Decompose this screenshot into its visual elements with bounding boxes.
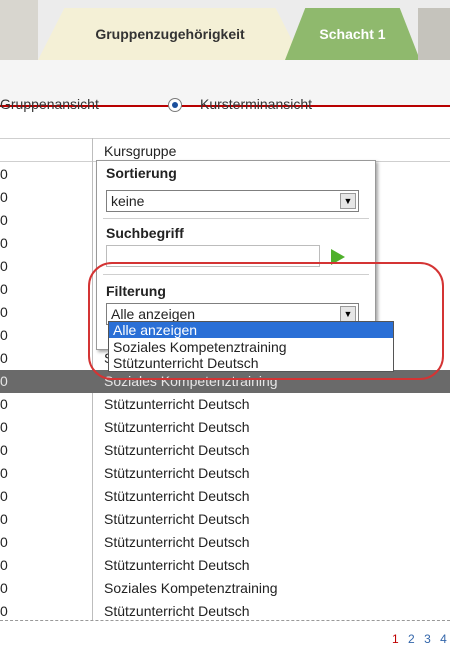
sort-select[interactable]: keine ▼ [106,190,359,212]
tab-left-edge [0,0,38,60]
search-label: Suchbegriff [106,225,184,241]
row-kursgruppe-cell: Stützunterricht Deutsch [104,603,250,619]
column-header-kursgruppe[interactable]: Kursgruppe [104,143,176,159]
tab-label: Schacht 1 [319,26,386,42]
tab-gruppenzugehoerigkeit[interactable]: Gruppenzugehörigkeit [38,8,302,60]
row-id-cell: 0 [0,258,8,274]
row-id-cell: 0 [0,212,8,228]
sort-label: Sortierung [106,165,177,181]
row-id-cell: 0 [0,557,8,573]
page-link[interactable]: 3 [424,632,434,646]
row-id-cell: 0 [0,465,8,481]
row-id-cell: 0 [0,281,8,297]
row-kursgruppe-cell: Stützunterricht Deutsch [104,557,250,573]
row-id-cell: 0 [0,511,8,527]
table-row[interactable]: 0 Stützunterricht Deutsch [0,508,450,531]
row-id-cell: 0 [0,350,8,366]
row-id-cell: 0 [0,442,8,458]
chevron-down-icon[interactable]: ▼ [340,193,356,209]
row-kursgruppe-cell: Stützunterricht Deutsch [104,488,250,504]
tab-label: Gruppenzugehörigkeit [95,26,245,42]
row-kursgruppe-cell: Stützunterricht Deutsch [104,396,250,412]
table-row[interactable]: 0 Stützunterricht Deutsch [0,439,450,462]
row-id-cell: 0 [0,534,8,550]
pagination: 1 2 3 4 [392,632,450,646]
table-row[interactable]: 0 Stützunterricht Deutsch [0,416,450,439]
view-option-gruppenansicht[interactable]: Gruppenansicht [0,96,99,112]
tab-schacht-1[interactable]: Schacht 1 [285,8,420,60]
row-kursgruppe-cell: Stützunterricht Deutsch [104,511,250,527]
row-kursgruppe-cell: Soziales Kompetenztraining [104,580,278,596]
page-link[interactable]: 2 [408,632,418,646]
annotation-highlight [88,262,444,380]
row-id-cell: 0 [0,603,8,619]
tab-bar: Gruppenzugehörigkeit Schacht 1 [0,0,450,60]
row-id-cell: 0 [0,373,8,389]
sort-select-value: keine [111,193,145,209]
row-id-cell: 0 [0,580,8,596]
row-id-cell: 0 [0,166,8,182]
row-kursgruppe-cell: Stützunterricht Deutsch [104,465,250,481]
row-kursgruppe-cell: Stützunterricht Deutsch [104,442,250,458]
row-id-cell: 0 [0,419,8,435]
row-id-cell: 0 [0,488,8,504]
page-link[interactable]: 4 [440,632,450,646]
row-id-cell: 0 [0,235,8,251]
popup-separator [103,218,369,219]
table-row[interactable]: 0 Stützunterricht Deutsch [0,554,450,577]
view-option-kursterminansicht[interactable]: Kursterminansicht [200,96,312,112]
view-switch: Gruppenansicht Kursterminansicht [0,87,450,123]
row-id-cell: 0 [0,396,8,412]
table-row[interactable]: 0 Stützunterricht Deutsch [0,393,450,416]
row-kursgruppe-cell: Stützunterricht Deutsch [104,419,250,435]
row-id-cell: 0 [0,189,8,205]
page-current[interactable]: 1 [392,632,402,646]
table-header: Kursgruppe [0,138,450,162]
table-row[interactable]: 0 Stützunterricht Deutsch [0,531,450,554]
table-row[interactable]: 0 Soziales Kompetenztraining [0,577,450,600]
table-row[interactable]: 0 Stützunterricht Deutsch [0,462,450,485]
row-kursgruppe-cell: Stützunterricht Deutsch [104,534,250,550]
row-id-cell: 0 [0,327,8,343]
table-footer-divider [0,620,450,621]
radio-kursterminansicht[interactable] [168,98,182,112]
row-id-cell: 0 [0,304,8,320]
tab-right-edge [418,8,450,60]
table-row[interactable]: 0 Stützunterricht Deutsch [0,485,450,508]
